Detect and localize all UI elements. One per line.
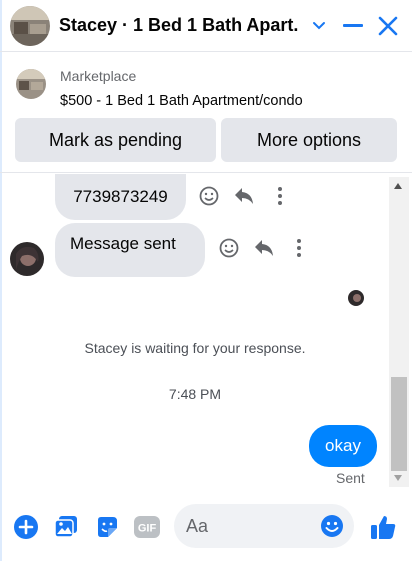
reply-icon[interactable] [233, 185, 255, 207]
gif-icon[interactable]: GIF [134, 514, 160, 540]
sender-avatar[interactable] [10, 242, 44, 276]
read-receipt-avatar [348, 290, 364, 306]
incoming-message[interactable]: 7739873249 [55, 174, 186, 220]
sticker-icon[interactable] [94, 514, 120, 540]
message-composer: GIF [0, 500, 412, 554]
emoji-react-icon[interactable] [198, 185, 220, 207]
reply-icon[interactable] [253, 237, 275, 259]
message-thread: 7739873249 Message sent Stacey is waitin… [0, 174, 412, 490]
mark-as-pending-button[interactable]: Mark as pending [15, 118, 216, 162]
close-icon[interactable] [376, 14, 400, 38]
emoji-icon[interactable] [320, 514, 344, 538]
scrollbar[interactable] [389, 177, 409, 487]
incoming-message[interactable]: Message sent [55, 223, 205, 277]
outgoing-message[interactable]: okay [309, 425, 377, 467]
listing-title[interactable]: $500 - 1 Bed 1 Bath Apartment/condo [60, 93, 303, 109]
message-status: Sent [336, 470, 365, 486]
waiting-notice: Stacey is waiting for your response. [84, 340, 306, 356]
message-text: okay [325, 436, 361, 455]
chat-title[interactable]: Stacey · 1 Bed 1 Bath Apart... [59, 15, 299, 36]
thumbs-up-icon[interactable] [370, 514, 396, 540]
more-options-button[interactable]: More options [221, 118, 397, 162]
gif-label: GIF [138, 523, 157, 535]
contact-avatar[interactable] [10, 5, 50, 46]
marketplace-label: Marketplace [60, 68, 137, 84]
message-text: Message sent [70, 234, 176, 253]
message-timestamp: 7:48 PM [168, 386, 222, 402]
message-text: 7739873249 [73, 187, 168, 206]
message-input-wrapper [174, 504, 354, 548]
chevron-down-icon[interactable] [307, 14, 331, 38]
scroll-thumb[interactable] [391, 377, 407, 471]
message-input[interactable] [186, 504, 316, 548]
listing-thumbnail[interactable] [16, 69, 46, 99]
minimize-icon[interactable] [341, 14, 365, 38]
more-actions-icon[interactable] [269, 185, 291, 207]
plus-icon[interactable] [13, 514, 39, 540]
image-icon[interactable] [53, 514, 79, 540]
marketplace-listing-panel: Marketplace $500 - 1 Bed 1 Bath Apartmen… [0, 53, 412, 173]
scroll-up-arrow[interactable] [394, 183, 402, 189]
scroll-down-arrow[interactable] [394, 475, 402, 481]
emoji-react-icon[interactable] [218, 237, 240, 259]
chat-header: Stacey · 1 Bed 1 Bath Apart... [0, 0, 412, 52]
more-actions-icon[interactable] [288, 237, 310, 259]
